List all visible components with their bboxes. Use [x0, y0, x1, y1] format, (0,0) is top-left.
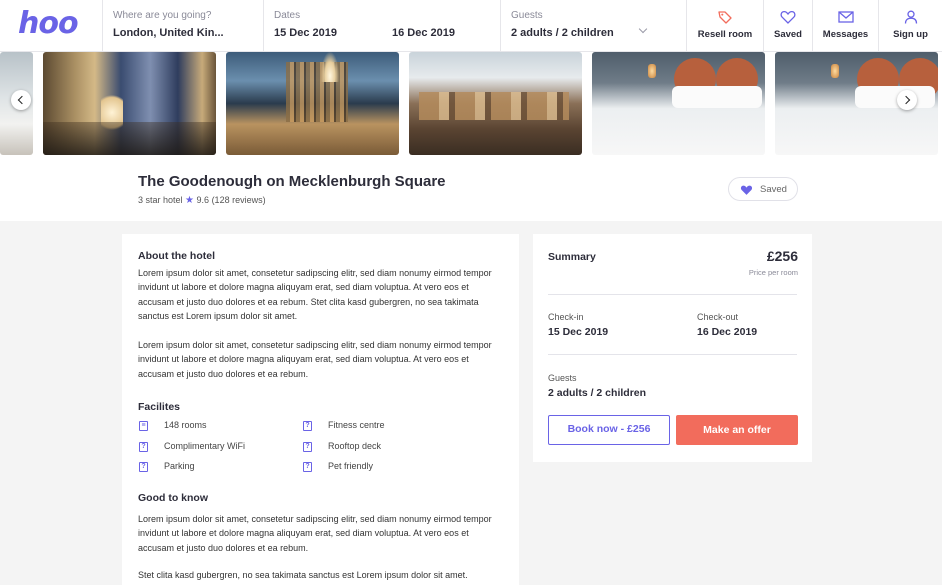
- star-icon: ★: [185, 195, 195, 206]
- destination-label: Where are you going?: [113, 10, 212, 21]
- nav-label-resell: Resell room: [697, 29, 753, 40]
- guests-label: Guests: [511, 10, 543, 21]
- checkout-date-value[interactable]: 16 Dec 2019: [392, 27, 455, 39]
- checkin-value: 15 Dec 2019: [548, 326, 609, 338]
- facility-item: Parking: [164, 461, 195, 471]
- hotel-title-band: The Goodenough on Mecklenburgh Square 3 …: [0, 157, 942, 221]
- good-to-know-paragraph-1: Lorem ipsum dolor sit amet, consetetur s…: [138, 514, 492, 553]
- good-to-know-paragraph-2: Stet clita kasd gubergren, no sea takima…: [138, 570, 468, 580]
- fitness-icon: ?: [303, 421, 312, 431]
- envelope-icon: [837, 11, 854, 23]
- hotel-name: The Goodenough on Mecklenburgh Square: [138, 173, 446, 190]
- nav-sign-up[interactable]: Sign up: [878, 0, 942, 52]
- destination-value[interactable]: London, United Kin...: [113, 27, 224, 39]
- price-note: Price per room: [748, 268, 798, 277]
- gallery-photo[interactable]: [409, 52, 582, 155]
- facility-item: 148 rooms: [164, 420, 207, 430]
- hotel-rating: 9.6: [196, 195, 210, 205]
- guests-field[interactable]: Guests 2 adults / 2 children: [500, 0, 686, 52]
- nav-label-saved: Saved: [774, 29, 802, 40]
- about-paragraph-2: Lorem ipsum dolor sit amet, consetetur s…: [138, 340, 492, 379]
- guests-summary-value: 2 adults / 2 children: [548, 387, 647, 399]
- rooftop-icon: ?: [303, 442, 312, 452]
- summary-price: £256: [766, 248, 798, 264]
- nav-resell-room[interactable]: Resell room: [686, 0, 763, 52]
- wifi-icon: ?: [139, 442, 148, 452]
- top-header: hoo Where are you going? London, United …: [0, 0, 942, 52]
- checkout-label: Check-out: [697, 312, 739, 322]
- pet-icon: ?: [303, 462, 312, 472]
- gallery-photo[interactable]: [43, 52, 216, 155]
- summary-title: Summary: [548, 251, 596, 263]
- nav-messages[interactable]: Messages: [812, 0, 878, 52]
- about-paragraph-1: Lorem ipsum dolor sit amet, consetetur s…: [138, 268, 492, 322]
- checkout-date-field[interactable]: 16 Dec 2019: [381, 0, 500, 52]
- facility-item: Pet friendly: [328, 461, 374, 471]
- facility-item: Rooftop deck: [328, 441, 382, 451]
- book-now-button[interactable]: Book now - £256: [548, 415, 670, 445]
- destination-field[interactable]: Where are you going? London, United Kin.…: [102, 0, 263, 52]
- user-icon: [904, 10, 917, 24]
- logo[interactable]: hoo: [18, 6, 79, 41]
- good-to-know-title: Good to know: [138, 492, 208, 504]
- guests-summary-label: Guests: [548, 373, 577, 383]
- about-title: About the hotel: [138, 250, 215, 262]
- nav-label-messages: Messages: [822, 29, 869, 40]
- checkin-date-value[interactable]: 15 Dec 2019: [274, 27, 337, 39]
- chevron-down-icon[interactable]: [638, 24, 648, 34]
- saved-button-label: Saved: [760, 184, 787, 195]
- gallery-next-arrow-icon[interactable]: [897, 90, 917, 110]
- heart-icon: [740, 185, 753, 195]
- divider: [548, 294, 797, 295]
- make-offer-button[interactable]: Make an offer: [676, 415, 798, 445]
- checkin-label: Check-in: [548, 312, 584, 322]
- checkin-date-field[interactable]: Dates 15 Dec 2019: [263, 0, 381, 52]
- checkout-value: 16 Dec 2019: [697, 326, 758, 338]
- tag-icon: [718, 11, 732, 24]
- dates-label: Dates: [274, 10, 301, 21]
- booking-summary-card: Summary £256 Price per room Check-in 15 …: [533, 234, 812, 462]
- guests-value[interactable]: 2 adults / 2 children: [511, 27, 614, 39]
- facility-item: Fitness centre: [328, 420, 385, 430]
- divider: [548, 354, 797, 355]
- gallery-photo[interactable]: [226, 52, 399, 155]
- photo-gallery: [0, 52, 942, 157]
- saved-button[interactable]: Saved: [728, 177, 798, 201]
- heart-icon: [780, 10, 796, 24]
- hotel-stars-text: 3 star hotel: [138, 195, 183, 205]
- parking-icon: ?: [139, 462, 148, 472]
- facility-item: Complimentary WiFi: [164, 441, 246, 451]
- facilities-title: Facilites: [138, 401, 181, 413]
- building-icon: ≡: [139, 421, 148, 431]
- gallery-prev-arrow-icon[interactable]: [11, 90, 31, 110]
- nav-saved[interactable]: Saved: [763, 0, 812, 52]
- about-hotel-card: About the hotel Lorem ipsum dolor sit am…: [122, 234, 519, 585]
- hotel-reviews[interactable]: (128 reviews): [212, 195, 266, 205]
- gallery-photo[interactable]: [592, 52, 765, 155]
- hotel-meta: 3 star hotel ★ 9.6 (128 reviews): [138, 195, 266, 206]
- nav-label-signup: Sign up: [893, 29, 928, 40]
